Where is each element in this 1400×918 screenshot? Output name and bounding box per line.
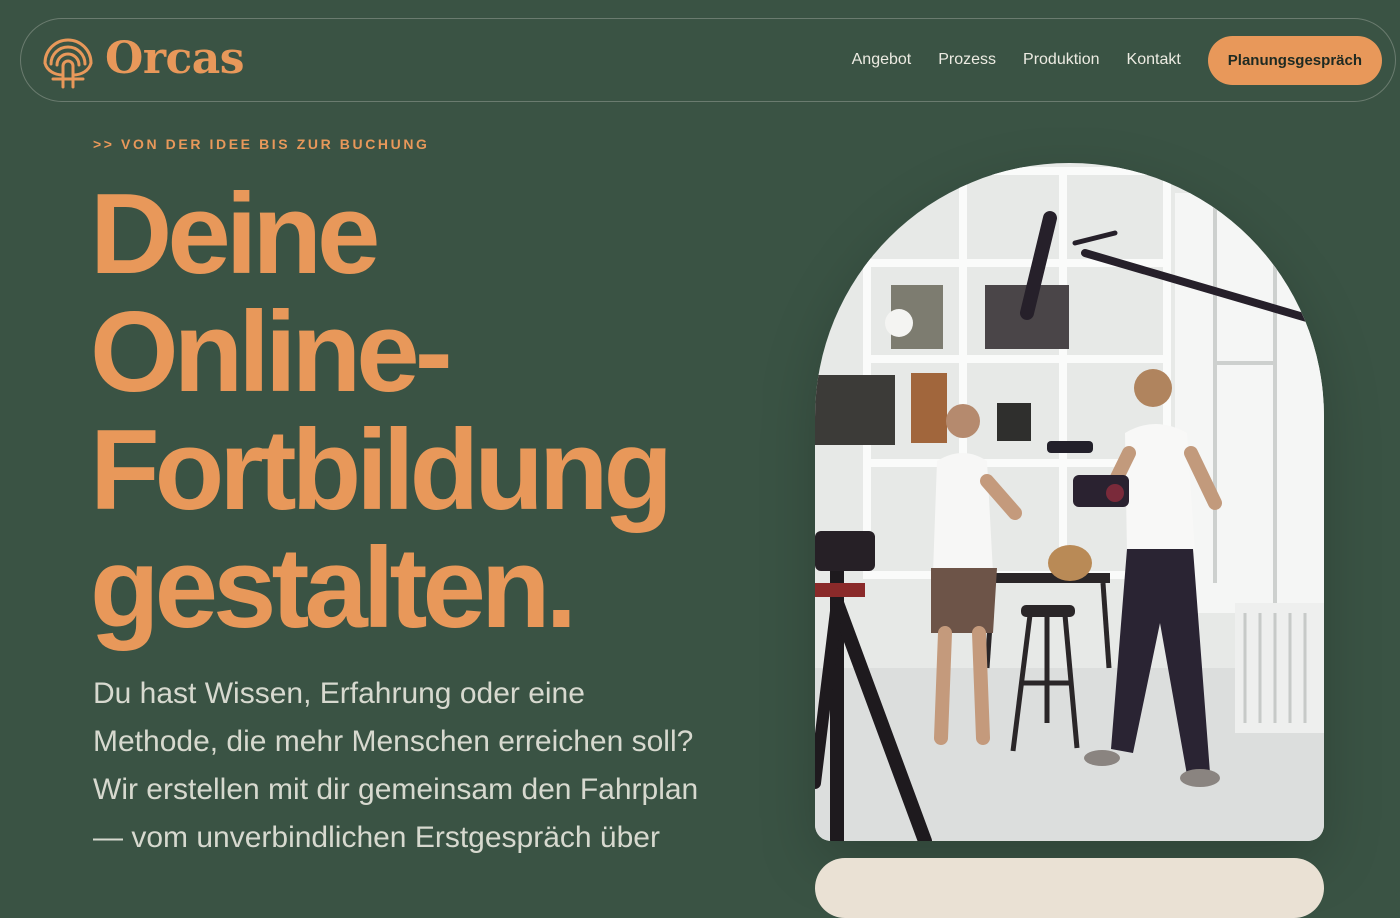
hero-photo xyxy=(815,163,1324,841)
nav-link-kontakt[interactable]: Kontakt xyxy=(1127,51,1181,69)
hero-headline: Deine Online- Fortbildung gestalten. xyxy=(90,171,673,652)
headline-line: gestalten. xyxy=(90,525,577,652)
nav-link-produktion[interactable]: Produktion xyxy=(1023,51,1100,69)
planning-call-button[interactable]: Planungsgespräch xyxy=(1207,35,1382,85)
logo-text: Orcas xyxy=(105,33,245,84)
navbar: Orcas Angebot Prozess Produktion Kontakt… xyxy=(20,18,1396,102)
hero-intro-text: Du hast Wissen, Erfahrung oder eine Meth… xyxy=(93,670,743,862)
headline-line: Deine xyxy=(90,171,380,298)
video-production-photo-icon xyxy=(815,163,1324,841)
logo[interactable]: Orcas xyxy=(41,33,245,89)
nav-link-angebot[interactable]: Angebot xyxy=(852,51,912,69)
orca-logo-icon xyxy=(43,38,93,89)
nav-link-prozess[interactable]: Prozess xyxy=(938,51,996,69)
hero-eyebrow: >> VON DER IDEE BIS ZUR BUCHUNG xyxy=(93,136,430,152)
headline-line: Online- xyxy=(90,289,453,416)
main-nav: Angebot Prozess Produktion Kontakt Planu… xyxy=(852,19,1395,101)
intro-line: Du hast Wissen, Erfahrung oder eine xyxy=(93,677,585,710)
bottom-card xyxy=(815,858,1324,918)
headline-line: Fortbildung xyxy=(90,407,673,534)
intro-line: Methode, die mehr Menschen erreichen sol… xyxy=(93,725,694,758)
intro-line: — vom unverbindlichen Erstgespräch über xyxy=(93,821,660,854)
intro-line: Wir erstellen mit dir gemeinsam den Fahr… xyxy=(93,773,699,806)
